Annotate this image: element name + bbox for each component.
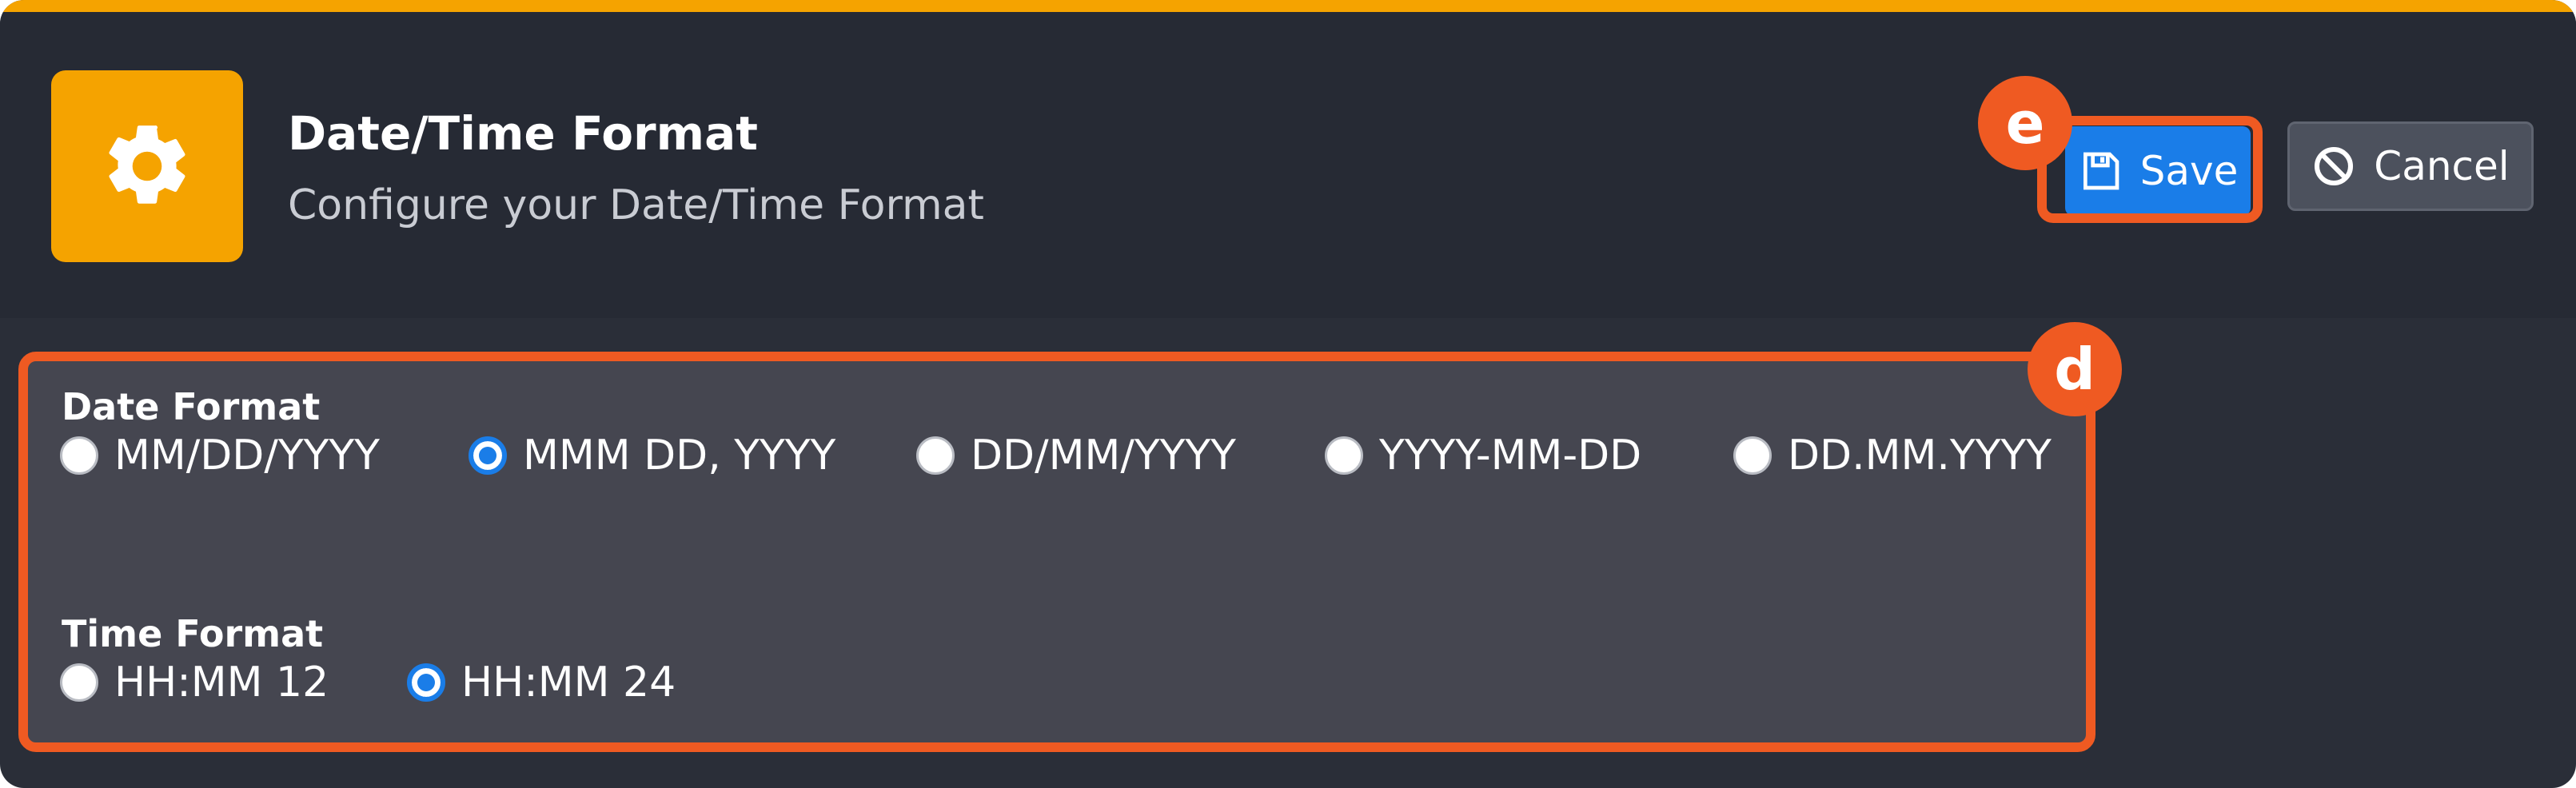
time-option-24h[interactable]: HH:MM 24 [407, 659, 676, 706]
radio-dd-dot-mm-yyyy[interactable] [1733, 436, 1772, 475]
settings-app-tile [51, 70, 243, 262]
page-title: Date/Time Format [288, 106, 758, 161]
radio-mmm-dd-yyyy-selected[interactable] [469, 436, 507, 475]
date-option-mmm-dd-yyyy[interactable]: MMM DD, YYYY [469, 432, 835, 480]
time-option-label: HH:MM 12 [114, 659, 329, 706]
date-format-label: Date Format [62, 385, 321, 428]
page-subtitle: Configure your Date/Time Format [288, 181, 984, 229]
cancel-button-label: Cancel [2374, 143, 2510, 189]
floppy-disk-icon [2083, 152, 2119, 190]
format-settings-panel: Date Format MM/DD/YYYY MMM DD, YYYY DD/M… [18, 352, 2095, 752]
date-option-label: MM/DD/YYYY [114, 432, 380, 480]
radio-yyyy-mm-dd[interactable] [1325, 436, 1363, 475]
radio-dd-mm-yyyy[interactable] [916, 436, 955, 475]
date-option-mm-dd-yyyy[interactable]: MM/DD/YYYY [60, 432, 380, 480]
cancel-button[interactable]: Cancel [2287, 121, 2534, 211]
date-option-yyyy-mm-dd[interactable]: YYYY-MM-DD [1325, 432, 1641, 480]
radio-24h-selected[interactable] [407, 663, 445, 702]
save-button[interactable]: Save [2065, 126, 2251, 216]
annotation-badge-e: e [1978, 76, 2072, 170]
gear-icon [109, 125, 185, 204]
time-option-12h[interactable]: HH:MM 12 [60, 659, 329, 706]
ban-icon [2315, 146, 2354, 186]
time-format-label: Time Format [62, 612, 324, 655]
accent-bar [0, 0, 2576, 12]
save-button-label: Save [2139, 148, 2239, 194]
date-option-label: MMM DD, YYYY [523, 432, 836, 480]
time-option-label: HH:MM 24 [461, 659, 676, 706]
date-option-dd-mm-yyyy[interactable]: DD/MM/YYYY [916, 432, 1236, 480]
date-option-dd-dot-mm-yyyy[interactable]: DD.MM.YYYY [1733, 432, 2052, 480]
date-option-label: DD.MM.YYYY [1788, 432, 2052, 480]
date-time-format-window: Date/Time Format Configure your Date/Tim… [0, 0, 2576, 788]
date-option-label: YYYY-MM-DD [1379, 432, 1642, 480]
radio-mm-dd-yyyy[interactable] [60, 436, 98, 475]
date-option-label: DD/MM/YYYY [971, 432, 1236, 480]
annotation-badge-d: d [2028, 322, 2122, 416]
radio-12h[interactable] [60, 663, 98, 702]
